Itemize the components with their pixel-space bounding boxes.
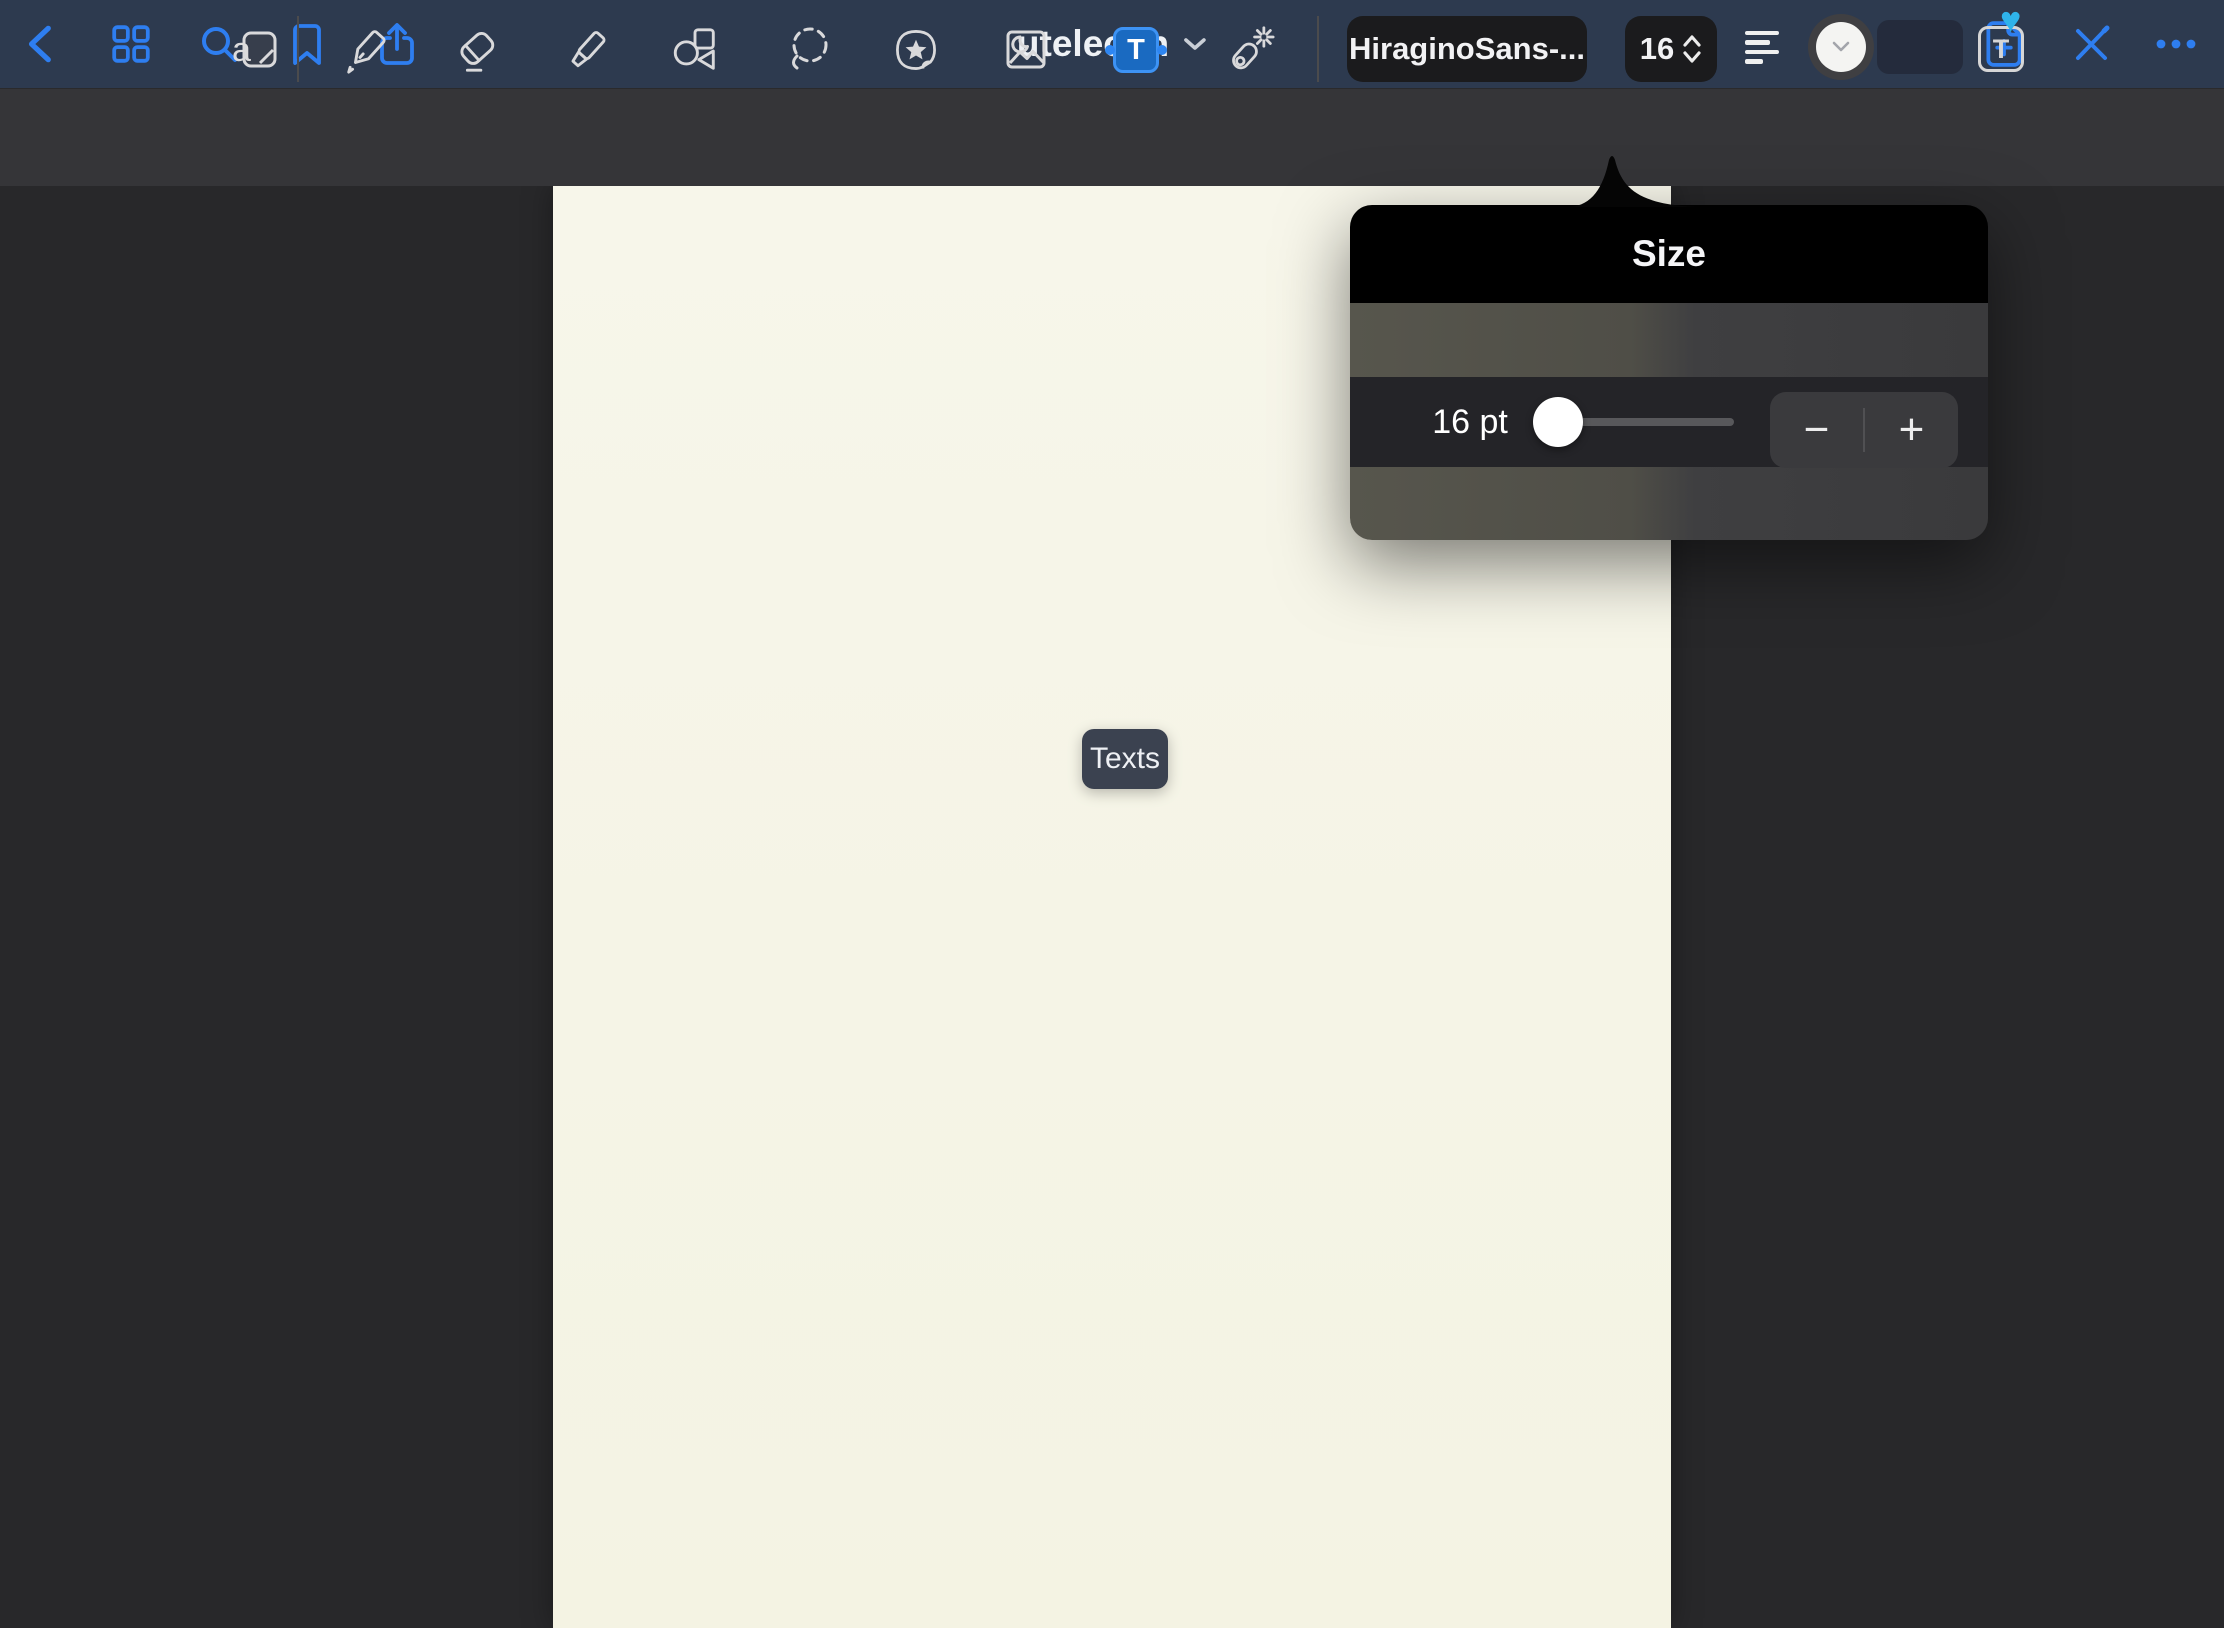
text-tool-left-handle: [1105, 45, 1115, 55]
popover-arrow: [1570, 150, 1700, 207]
tool-highlighter[interactable]: [561, 24, 613, 76]
font-size-button[interactable]: 16: [1625, 16, 1717, 82]
toolbar-divider: [297, 16, 299, 82]
align-line: [1745, 40, 1770, 45]
tool-pen[interactable]: [341, 24, 393, 76]
stickers-icon: [890, 22, 942, 78]
size-slider-knob[interactable]: [1533, 397, 1583, 447]
text-tool-right-handle: [1157, 45, 1167, 55]
font-size-label: 16: [1640, 31, 1674, 67]
size-row: 16 pt − +: [1350, 377, 1988, 467]
bookmark-icon: [286, 22, 328, 66]
scroll-zoom-icon: a: [229, 24, 281, 76]
tool-shapes[interactable]: [669, 24, 721, 76]
plus-icon: +: [1899, 405, 1925, 455]
size-slider-track[interactable]: [1536, 418, 1734, 426]
highlighter-icon: [561, 23, 613, 77]
tool-text-selected[interactable]: T: [1113, 27, 1159, 73]
more-button[interactable]: [2153, 21, 2199, 67]
svg-text:a: a: [232, 31, 251, 69]
color-chevron-down-icon: [1831, 41, 1851, 53]
text-align-button[interactable]: [1745, 28, 1783, 66]
popover-header: Size: [1350, 205, 1988, 303]
page-grid-icon: [110, 23, 152, 65]
popover-footer: [1350, 467, 1988, 540]
tool-image[interactable]: [1000, 24, 1052, 76]
page-grid-button[interactable]: [108, 21, 154, 67]
tool-lasso[interactable]: [783, 24, 835, 76]
popover-title: Size: [1632, 233, 1706, 275]
favorite-heart-icon: ♥: [2000, 2, 2021, 38]
ellipsis-icon: [2153, 22, 2199, 66]
text-color-button[interactable]: [1808, 14, 1874, 80]
text-object-label: Texts: [1090, 742, 1160, 776]
chevron-up-down-icon: [1682, 33, 1702, 65]
dimmed-style-swatch[interactable]: [1877, 20, 1963, 74]
back-chevron-icon: [19, 21, 65, 67]
minus-icon: −: [1804, 405, 1830, 455]
lasso-icon: [783, 24, 835, 76]
toolbar-divider: [1317, 16, 1319, 82]
shapes-icon: [669, 23, 721, 77]
back-button[interactable]: [19, 21, 65, 67]
crossed-pen-icon: [2069, 22, 2113, 66]
tool-scroll-zoom[interactable]: a: [229, 24, 281, 76]
current-color-swatch: [1816, 22, 1866, 72]
align-line: [1745, 59, 1763, 64]
align-line: [1745, 31, 1779, 36]
size-stepper: − +: [1770, 392, 1958, 468]
tool-toolbar: [0, 88, 2224, 186]
text-object-bubble[interactable]: Texts: [1082, 729, 1168, 789]
tool-laser-pointer[interactable]: [1223, 24, 1275, 76]
font-family-button[interactable]: HiraginoSans-...: [1347, 16, 1587, 82]
tool-eraser[interactable]: [451, 24, 503, 76]
app-screen: Texts utelecon a: [0, 0, 2224, 1628]
stop-editing-button[interactable]: [2068, 21, 2114, 67]
pen-icon: [341, 23, 393, 77]
image-icon: [1000, 24, 1052, 76]
size-decrease-button[interactable]: −: [1770, 392, 1863, 468]
laser-pointer-icon: [1223, 22, 1275, 78]
size-increase-button[interactable]: +: [1865, 392, 1958, 468]
font-family-label: HiraginoSans-...: [1349, 31, 1585, 67]
eraser-icon: [451, 23, 503, 77]
title-chevron-down-icon: [1183, 37, 1207, 51]
size-value-label: 16 pt: [1414, 403, 1526, 442]
text-tool-glyph: T: [1127, 34, 1145, 67]
bookmark-button[interactable]: [284, 21, 330, 67]
size-popover: Size 16 pt − +: [1350, 205, 1988, 540]
align-line: [1745, 50, 1779, 55]
tool-stickers[interactable]: [890, 24, 942, 76]
